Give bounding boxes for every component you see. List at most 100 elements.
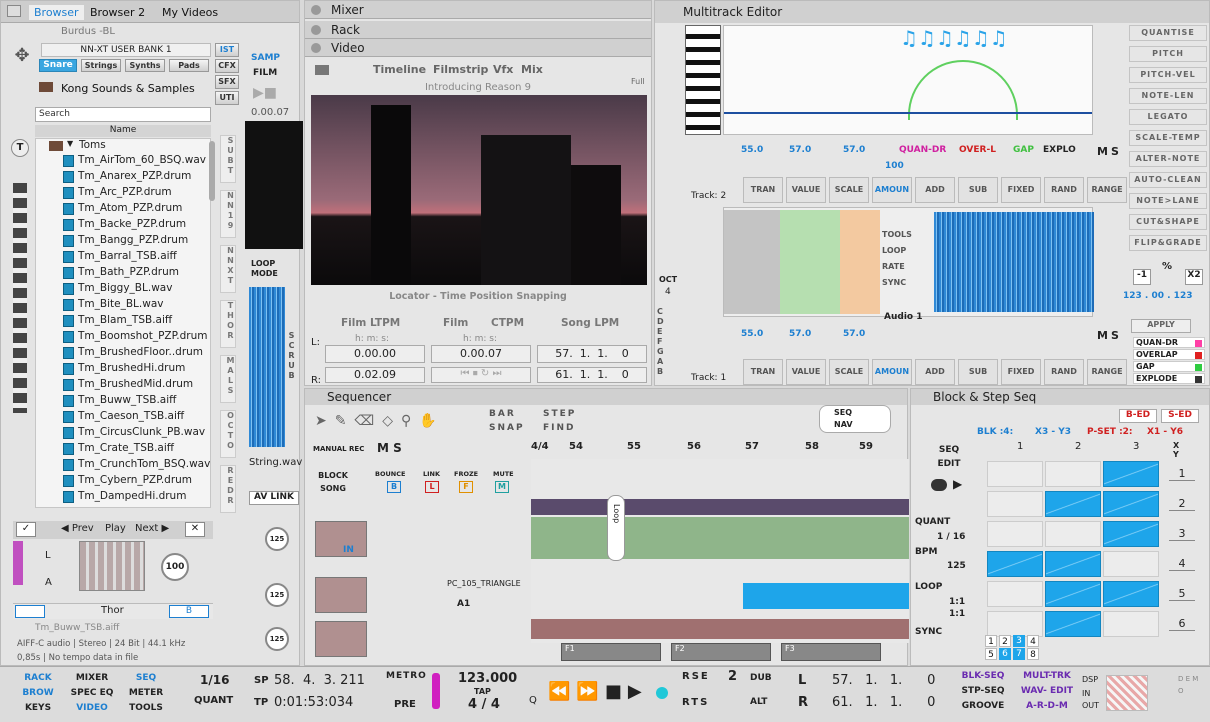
mode-blk-seq[interactable]: BLK-SEQ: [954, 671, 1012, 681]
function-pitch-vel[interactable]: PITCH-VEL: [1129, 67, 1207, 83]
row-label-3[interactable]: 3: [1169, 527, 1195, 541]
tool-sub[interactable]: SUB: [958, 359, 998, 385]
file-row[interactable]: Tm_BrushedMid.drum: [63, 377, 211, 393]
nav-meter[interactable]: METER: [122, 688, 170, 698]
nav-arrows-icon[interactable]: ✥: [9, 43, 35, 69]
x2-button[interactable]: X2: [1185, 269, 1203, 285]
device-icon[interactable]: [15, 605, 45, 618]
pad-6[interactable]: 6: [999, 648, 1011, 660]
position-r[interactable]: 61. 1. 1. 0: [537, 367, 647, 383]
legend-item[interactable]: QUAN-DR: [1133, 337, 1205, 348]
l-position[interactable]: 57. 1. 1. 0: [832, 673, 935, 688]
quant-value[interactable]: 1/16: [200, 673, 229, 687]
side-tab-ist[interactable]: IST: [215, 43, 239, 57]
function-alter-note[interactable]: ALTER-NOTE: [1129, 151, 1207, 167]
pad-5[interactable]: 5: [985, 648, 997, 660]
loop-mode-button[interactable]: LOOP MODE: [251, 259, 281, 279]
song-position[interactable]: 58. 4. 3. 211: [274, 673, 365, 688]
mode-stp-seq[interactable]: STP-SEQ: [954, 686, 1012, 696]
file-row[interactable]: Tm_Cybern_PZP.drum: [63, 473, 211, 489]
file-row[interactable]: Tm_CircusClunk_PB.wav: [63, 425, 211, 441]
file-row[interactable]: Tm_Arc_PZP.drum: [63, 185, 211, 201]
row-label-5[interactable]: 5: [1169, 587, 1195, 601]
loop-value-2[interactable]: 1:1: [949, 609, 965, 619]
fkey-1[interactable]: F1: [561, 643, 661, 661]
step-cell-on[interactable]: [1045, 581, 1101, 607]
bounce-button[interactable]: B: [387, 481, 401, 493]
s-button-2[interactable]: S: [1111, 329, 1119, 342]
pad-7[interactable]: 7: [1013, 648, 1025, 660]
song-lpm-label[interactable]: Song LPM: [561, 317, 619, 329]
mixer-header[interactable]: Mixer: [305, 1, 651, 19]
tool-tran[interactable]: TRAN: [743, 359, 783, 385]
pad-3[interactable]: 3: [1013, 635, 1025, 647]
r-position[interactable]: 61. 1. 1. 0: [832, 695, 935, 710]
file-row[interactable]: Tm_Caeson_TSB.aiff: [63, 409, 211, 425]
side-label-mals[interactable]: MALS: [220, 355, 236, 403]
link-button[interactable]: L: [425, 481, 439, 493]
tool-range[interactable]: RANGE: [1087, 359, 1127, 385]
p-value[interactable]: 57.0: [843, 145, 865, 155]
fkey-2[interactable]: F2: [671, 643, 771, 661]
nav-mixer[interactable]: MIXER: [68, 673, 116, 683]
step-cell-on[interactable]: [1103, 521, 1159, 547]
category-synths[interactable]: Synths: [125, 59, 165, 72]
file-row[interactable]: Tm_Atom_PZP.drum: [63, 201, 211, 217]
step-cell[interactable]: [1045, 521, 1101, 547]
tool-value[interactable]: VALUE: [786, 359, 826, 385]
transport-controls-icons[interactable]: ⏪⏩■▶: [548, 681, 648, 702]
category-strings[interactable]: Strings: [81, 59, 121, 72]
side-tab-uti[interactable]: UTI: [215, 91, 239, 105]
folder-icon[interactable]: [315, 65, 329, 75]
mode-wav-edit[interactable]: WAV- EDIT: [1018, 686, 1076, 696]
oct-number[interactable]: 4: [665, 287, 671, 297]
step-cell-on[interactable]: [1103, 491, 1159, 517]
position-l[interactable]: 57. 1. 1. 0: [537, 345, 647, 363]
file-row[interactable]: Tm_Crate_TSB.aiff: [63, 441, 211, 457]
timeline-area[interactable]: PC_105_TRIANGLE Loop: [447, 459, 909, 643]
side-label-nnxt[interactable]: NNXT: [220, 245, 236, 293]
video-transport-icons[interactable]: ⏮ ⏹ ↻ ⏭: [431, 367, 531, 383]
loop-value-1[interactable]: 1:1: [949, 597, 965, 607]
step-grid[interactable]: 123123456X Y12345678: [983, 441, 1203, 660]
side-label-nn19[interactable]: NN19: [220, 190, 236, 238]
file-row[interactable]: Tm_Biggy_BL.wav: [63, 281, 211, 297]
function-quantise[interactable]: QUANTISE: [1129, 25, 1207, 41]
av-link-button[interactable]: AV LINK: [249, 491, 299, 505]
record-icon[interactable]: [931, 479, 947, 491]
menu-icon[interactable]: [7, 5, 21, 17]
play-button[interactable]: Play: [105, 523, 126, 534]
file-row[interactable]: Tm_Buww_TSB.aiff: [63, 393, 211, 409]
chevron-down-icon[interactable]: ▼: [67, 139, 73, 148]
metro-slider[interactable]: [432, 673, 440, 709]
ctpm-label[interactable]: CTPM: [491, 317, 524, 329]
input-label[interactable]: IN: [343, 545, 354, 555]
function-flip-grade[interactable]: FLIP&GRADE: [1129, 235, 1207, 251]
tab-timeline[interactable]: Timeline: [373, 63, 426, 76]
b-ed-button[interactable]: B-ED: [1119, 409, 1157, 423]
step-button[interactable]: STEP: [543, 409, 576, 419]
flag-quan-dr[interactable]: QUAN-DR: [899, 145, 946, 155]
location-label[interactable]: Kong Sounds & Samples: [61, 82, 195, 95]
file-row[interactable]: Tm_BrushedHi.drum: [63, 361, 211, 377]
file-row[interactable]: Tm_Blam_TSB.aiff: [63, 313, 211, 329]
bpm-value[interactable]: 125: [947, 561, 966, 571]
rts-label[interactable]: RTS: [682, 697, 709, 708]
piano-keys[interactable]: [685, 25, 721, 135]
mode-a-r-d-m[interactable]: A-R-D-M: [1018, 701, 1076, 711]
note-editor[interactable]: ♫♫♫♫♫♫: [723, 25, 1093, 135]
time-signature[interactable]: 4 / 4: [468, 697, 500, 712]
time-position[interactable]: 0:01:53:034: [274, 695, 353, 710]
category-snare[interactable]: Snare: [39, 59, 77, 72]
samp-button[interactable]: SAMP: [251, 53, 280, 63]
loop-button[interactable]: LOOP: [882, 246, 928, 255]
step-cell[interactable]: [987, 581, 1043, 607]
step-cell[interactable]: [987, 491, 1043, 517]
chord-c[interactable]: C: [657, 307, 663, 316]
file-row[interactable]: Tm_Bite_BL.wav: [63, 297, 211, 313]
tempo-knob[interactable]: 125: [265, 627, 289, 651]
nav-tools[interactable]: TOOLS: [122, 703, 170, 713]
step-cell-on[interactable]: [1103, 581, 1159, 607]
tab-mix[interactable]: Mix: [521, 63, 543, 76]
chord-d[interactable]: D: [657, 317, 664, 326]
